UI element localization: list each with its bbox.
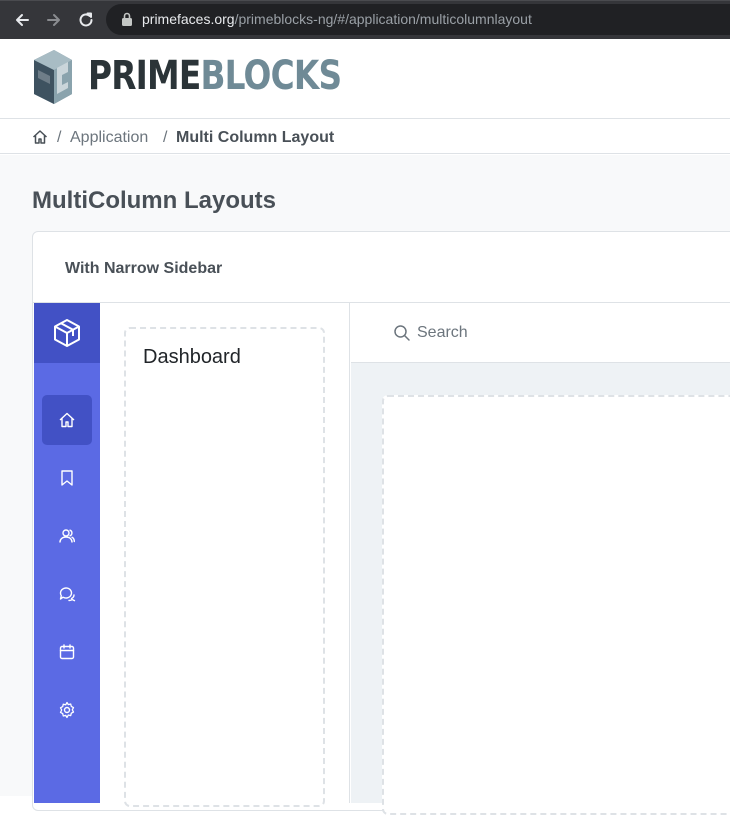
sidebar-item-settings[interactable] <box>42 685 92 735</box>
home-icon[interactable] <box>32 129 48 145</box>
primeblocks-logo-icon[interactable] <box>30 48 74 106</box>
brand-name-prime: PRIME <box>88 53 201 99</box>
search-icon <box>394 325 410 341</box>
main-topbar <box>351 303 730 363</box>
arrow-left-icon <box>16 14 29 26</box>
breadcrumb-item-current: Multi Column Layout <box>176 129 335 146</box>
cube-logo-icon <box>54 319 80 347</box>
secondary-sidebar: Dashboard <box>100 303 350 807</box>
forward-button[interactable] <box>43 9 65 31</box>
breadcrumb-separator: / <box>57 129 62 146</box>
breadcrumb-separator: / <box>163 129 168 146</box>
sidebar-item-home[interactable] <box>42 395 92 445</box>
users-icon <box>59 529 75 543</box>
narrow-sidebar <box>34 303 100 803</box>
cog-icon <box>59 701 75 719</box>
sidebar-logo[interactable] <box>34 303 100 363</box>
secondary-title: Dashboard <box>143 346 241 368</box>
arrow-right-icon <box>47 14 60 26</box>
url-path: /primeblocks-ng/#/application/multicolum… <box>234 11 532 27</box>
sidebar-item-messages[interactable] <box>42 569 92 619</box>
site-header: PRIMEBLOCKS <box>0 39 730 119</box>
bookmark-icon <box>61 470 73 486</box>
url-text[interactable]: primefaces.org/primeblocks-ng/#/applicat… <box>142 11 532 28</box>
secondary-content-placeholder: Dashboard <box>124 327 325 807</box>
sidebar-item-bookmarks[interactable] <box>42 453 92 503</box>
sidebar-item-calendar[interactable] <box>42 627 92 677</box>
breadcrumb: / Application / Multi Column Layout <box>0 119 730 154</box>
main-content-placeholder <box>382 395 730 815</box>
brand-name-blocks: BLOCKS <box>200 53 342 99</box>
comments-icon <box>59 587 76 602</box>
url-host: primefaces.org <box>142 11 235 27</box>
calendar-icon <box>59 644 75 660</box>
main-content <box>351 363 730 815</box>
layout-card: With Narrow Sidebar Dashboard Search <box>32 231 730 815</box>
browser-toolbar: primefaces.org/primeblocks-ng/#/applicat… <box>0 0 730 39</box>
breadcrumb-item-application[interactable]: Application <box>70 128 148 147</box>
search-input[interactable] <box>417 321 617 345</box>
page-title: MultiColumn Layouts <box>32 187 276 214</box>
card-title: With Narrow Sidebar <box>65 260 223 277</box>
sidebar-item-users[interactable] <box>42 511 92 561</box>
page-content: MultiColumn Layouts With Narrow Sidebar <box>0 155 730 815</box>
reload-button[interactable] <box>75 9 97 31</box>
back-button[interactable] <box>11 9 33 31</box>
browser-top-border <box>0 0 730 1</box>
lock-icon <box>122 12 132 26</box>
brand-wordmark[interactable]: PRIMEBLOCKS <box>88 53 342 99</box>
reload-icon <box>79 12 93 27</box>
home-icon <box>59 412 75 428</box>
